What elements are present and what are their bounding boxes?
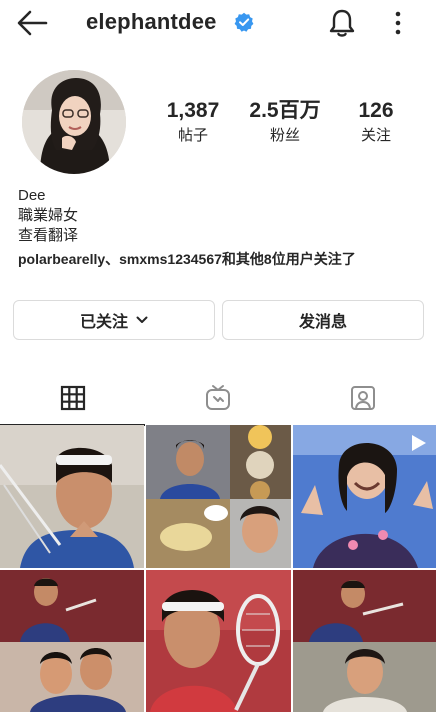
profile-avatar[interactable] — [22, 70, 126, 174]
post-thumbnail[interactable] — [293, 570, 436, 712]
following-button[interactable]: 已关注 — [13, 300, 215, 340]
grid-icon — [60, 385, 85, 411]
posts-count-value: 1,387 — [166, 99, 220, 122]
tab-tagged[interactable] — [290, 372, 435, 424]
message-button-label: 发消息 — [298, 314, 347, 331]
following-count[interactable]: 126 关注 — [348, 99, 404, 147]
followers-count[interactable]: 2.5百万 粉丝 — [241, 99, 329, 147]
tagged-user-icon — [350, 386, 375, 410]
message-button[interactable]: 发消息 — [222, 300, 424, 340]
tab-igtv[interactable] — [145, 372, 290, 424]
following-count-label: 关注 — [360, 127, 391, 144]
top-bar: elephantdee — [0, 0, 436, 48]
followed-by-names[interactable]: polarbearelly、smxms1234567 — [18, 251, 222, 267]
verified-badge-icon — [234, 12, 254, 32]
igtv-icon — [205, 385, 230, 410]
arrow-left-icon[interactable] — [16, 8, 48, 38]
more-vertical-icon[interactable] — [388, 10, 408, 36]
video-play-icon — [412, 435, 426, 451]
post-thumbnail[interactable] — [0, 425, 144, 568]
profile-tabs — [0, 372, 436, 426]
following-count-value: 126 — [358, 99, 394, 122]
posts-count-label: 帖子 — [177, 127, 208, 144]
followers-count-value: 2.5百万 — [249, 99, 321, 122]
followed-by[interactable]: polarbearelly、smxms1234567和其他8位用户关注了 — [18, 249, 356, 269]
post-thumbnail[interactable] — [0, 570, 144, 712]
post-thumbnail[interactable] — [146, 425, 291, 568]
followers-count-label: 粉丝 — [269, 127, 300, 144]
posts-grid — [0, 425, 436, 712]
see-translation-link[interactable]: 查看翻译 — [18, 226, 356, 246]
tab-posts[interactable] — [0, 372, 145, 426]
chevron-down-icon — [136, 316, 148, 323]
profile-bio: Dee 職業婦女 查看翻译 polarbearelly、smxms1234567… — [18, 186, 356, 269]
post-thumbnail[interactable] — [146, 570, 291, 712]
post-thumbnail[interactable] — [293, 425, 436, 568]
followed-by-rest: 和其他8位用户关注了 — [221, 251, 356, 267]
bell-icon[interactable] — [328, 8, 356, 38]
profile-name: Dee — [18, 187, 46, 204]
profile-username: elephantdee — [86, 9, 217, 34]
posts-count[interactable]: 1,387 帖子 — [158, 99, 228, 147]
profile-description: 職業婦女 — [18, 207, 79, 224]
following-button-label: 已关注 — [79, 314, 128, 331]
